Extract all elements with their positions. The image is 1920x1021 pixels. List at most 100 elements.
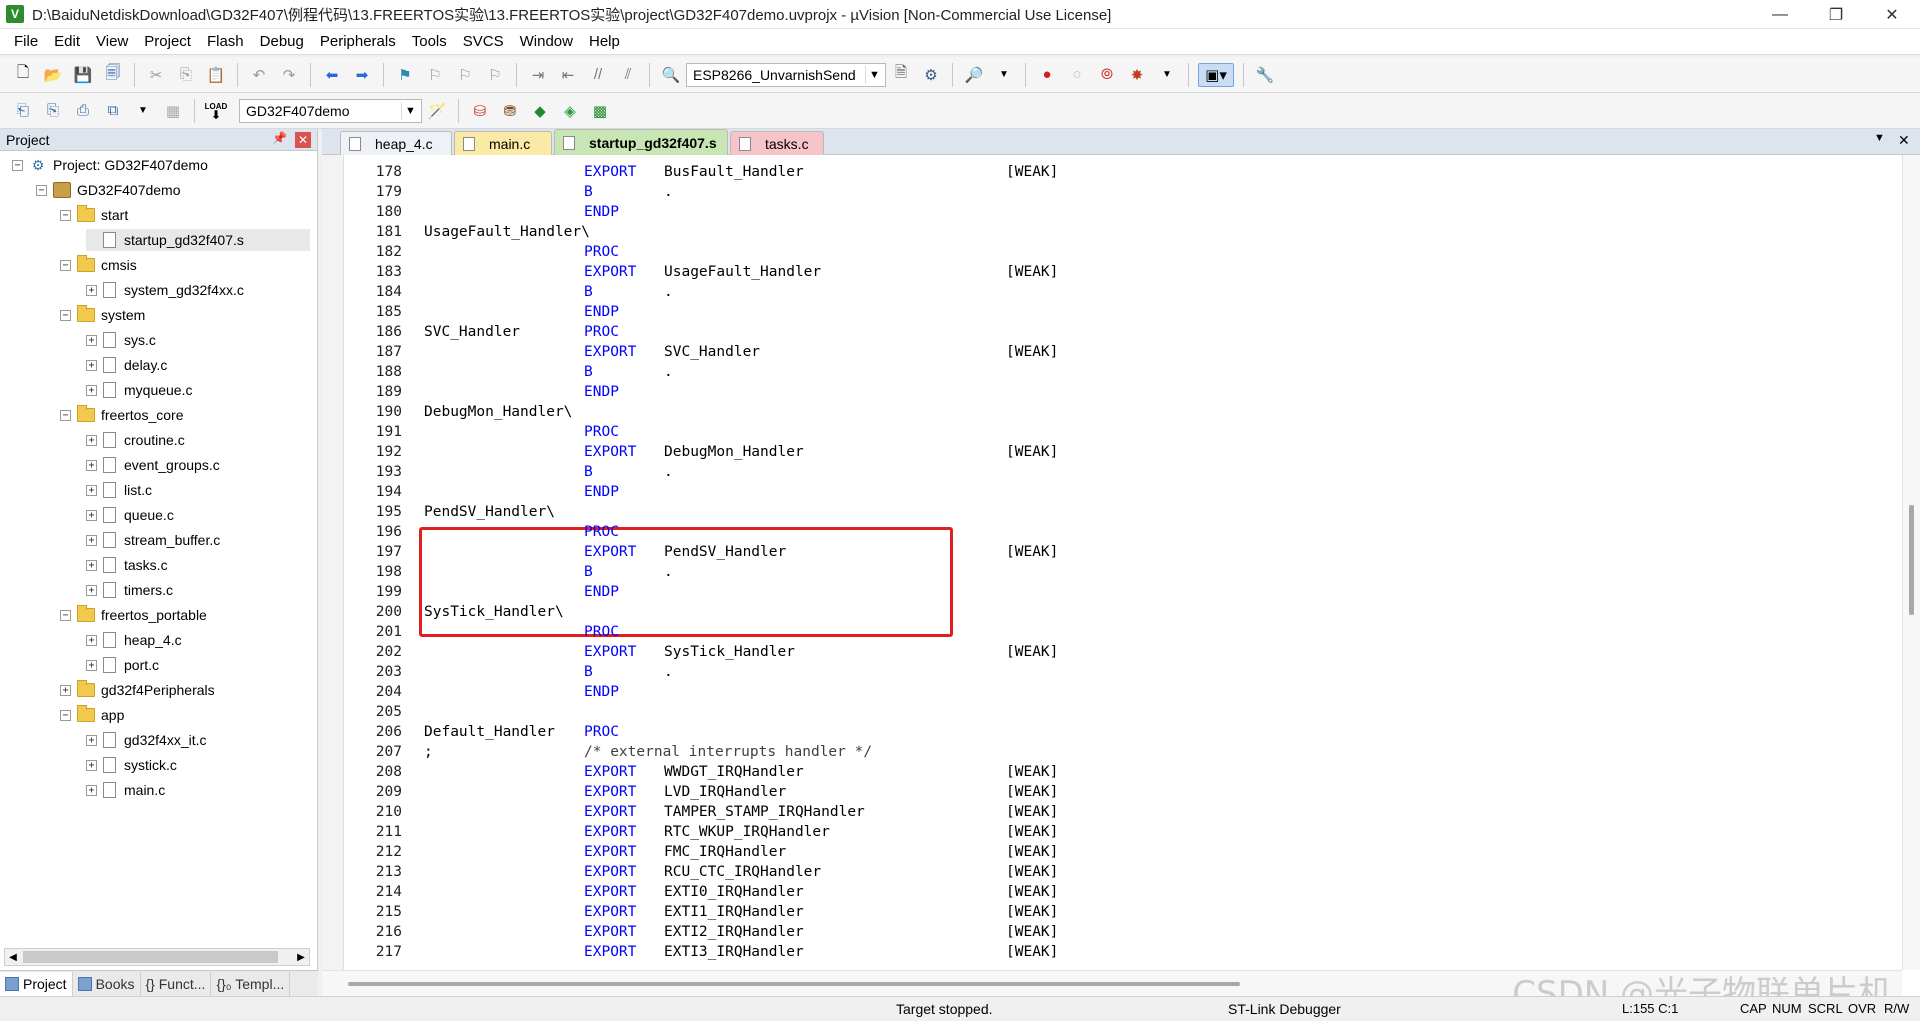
build-icon[interactable]: ⎘ [41, 99, 65, 123]
open-folder-icon[interactable]: 📂 [41, 63, 65, 87]
collapse-icon[interactable]: − [60, 409, 71, 421]
tree-file-item[interactable]: + delay.c [86, 354, 167, 376]
new-file-icon[interactable]: 🗋 [11, 63, 35, 87]
editor-vertical-scrollbar[interactable] [1902, 155, 1920, 970]
editor-tab-heap-4-c[interactable]: heap_4.c [340, 131, 452, 155]
tree-file-item[interactable]: + systick.c [86, 754, 177, 776]
project-items-icon[interactable]: ⛃ [498, 99, 522, 123]
menu-file[interactable]: File [6, 30, 46, 54]
chevron-down-icon[interactable]: ▼ [1155, 63, 1179, 87]
kill-breakpoints-icon[interactable]: ⦾ [1095, 63, 1119, 87]
tree-group-item[interactable]: − cmsis [60, 254, 137, 276]
scroll-thumb[interactable] [23, 951, 278, 963]
tree-group-item[interactable]: − app [60, 704, 124, 726]
collapse-icon[interactable]: − [36, 184, 47, 196]
menu-flash[interactable]: Flash [199, 30, 252, 54]
tree-file-item[interactable]: + tasks.c [86, 554, 168, 576]
tree-file-item[interactable]: + main.c [86, 779, 165, 801]
wrench-icon[interactable]: 🔧 [1253, 63, 1277, 87]
menu-project[interactable]: Project [136, 30, 199, 54]
scroll-right-icon[interactable]: ▶ [293, 949, 309, 965]
debug-session-icon[interactable]: 🔎 [962, 63, 986, 87]
expand-icon[interactable]: + [86, 484, 97, 496]
uncomment-icon[interactable]: ⫽ [616, 63, 640, 87]
expand-icon[interactable]: + [86, 359, 97, 371]
tree-group-item[interactable]: − GD32F407demo [36, 179, 181, 201]
tree-file-item[interactable]: startup_gd32f407.s [86, 229, 310, 251]
find-in-files-icon[interactable]: 🔍 [659, 63, 683, 87]
expand-icon[interactable]: + [86, 459, 97, 471]
chevron-down-icon[interactable]: ▼ [992, 63, 1016, 87]
tree-group-item[interactable]: − freertos_portable [60, 604, 207, 626]
menu-peripherals[interactable]: Peripherals [312, 30, 404, 54]
tree-group-item[interactable]: − freertos_core [60, 404, 183, 426]
manage-components-icon[interactable]: ⛁ [468, 99, 492, 123]
expand-icon[interactable]: + [86, 784, 97, 796]
cut-icon[interactable]: ✂ [144, 63, 168, 87]
load-download-icon[interactable]: LOAD ⬇ [204, 99, 228, 123]
collapse-icon[interactable]: − [12, 159, 23, 171]
tree-group-item[interactable]: − system [60, 304, 145, 326]
breakpoint-icon[interactable]: ● [1035, 63, 1059, 87]
expand-icon[interactable]: + [86, 509, 97, 521]
chevron-down-icon[interactable]: ▼ [401, 101, 419, 120]
nav-back-icon[interactable]: ⬅ [320, 63, 344, 87]
tree-file-item[interactable]: + event_groups.c [86, 454, 220, 476]
tab-books[interactable]: Books [73, 971, 141, 996]
expand-icon[interactable]: + [86, 334, 97, 346]
tree-file-item[interactable]: + sys.c [86, 329, 156, 351]
nav-forward-icon[interactable]: ➡ [350, 63, 374, 87]
collapse-icon[interactable]: − [60, 609, 71, 621]
collapse-icon[interactable]: − [60, 209, 71, 221]
editor-tab-main-c[interactable]: main.c [454, 131, 552, 155]
rebuild-icon[interactable]: ⎙ [71, 99, 95, 123]
menu-window[interactable]: Window [512, 30, 581, 54]
comment-icon[interactable]: // [586, 63, 610, 87]
bookmark-icon[interactable]: ⚑ [393, 63, 417, 87]
tab-templates[interactable]: {}₀ Templ... [211, 971, 291, 996]
scroll-thumb[interactable] [348, 982, 1240, 986]
chevron-down-icon[interactable]: ▼ [131, 99, 155, 123]
indent-icon[interactable]: ⇥ [526, 63, 550, 87]
expand-icon[interactable]: + [86, 559, 97, 571]
close-window-button[interactable]: ✕ [1864, 0, 1920, 29]
editor-tab-startup-gd32f407-s[interactable]: startup_gd32f407.s [554, 129, 728, 155]
collapse-icon[interactable]: − [60, 309, 71, 321]
select-packs-icon[interactable]: ◆ [528, 99, 552, 123]
tree-file-item[interactable]: + queue.c [86, 504, 174, 526]
minimize-button[interactable]: — [1752, 0, 1808, 29]
copy-icon[interactable]: ⎘ [174, 63, 198, 87]
menu-edit[interactable]: Edit [46, 30, 88, 54]
run-time-env-icon[interactable]: ◈ [558, 99, 582, 123]
menu-view[interactable]: View [88, 30, 136, 54]
undo-icon[interactable]: ↶ [247, 63, 271, 87]
maximize-button[interactable]: ❐ [1808, 0, 1864, 29]
tree-file-item[interactable]: + system_gd32f4xx.c [86, 279, 244, 301]
next-bookmark-icon[interactable]: ⚐ [453, 63, 477, 87]
menu-tools[interactable]: Tools [404, 30, 455, 54]
event-icon[interactable]: ✸ [1125, 63, 1149, 87]
incremental-find-icon[interactable]: 🗎 [889, 63, 913, 87]
tree-group-item[interactable]: + gd32f4Peripherals [60, 679, 215, 701]
translate-icon[interactable]: ⎗ [11, 99, 35, 123]
configure-icon[interactable]: ⚙ [919, 63, 943, 87]
expand-icon[interactable]: + [86, 534, 97, 546]
target-options-icon[interactable]: 🪄 [425, 99, 449, 123]
menu-help[interactable]: Help [581, 30, 628, 54]
batch-build-icon[interactable]: ⧉ [101, 99, 125, 123]
close-tab-icon[interactable]: ✕ [1898, 132, 1910, 149]
find-combo[interactable]: ESP8266_UnvarnishSend ▼ [686, 62, 886, 87]
expand-icon[interactable]: + [86, 659, 97, 671]
target-select[interactable]: GD32F407demo ▼ [239, 98, 422, 123]
collapse-icon[interactable]: − [60, 259, 71, 271]
tree-file-item[interactable]: + list.c [86, 479, 152, 501]
expand-icon[interactable]: + [86, 634, 97, 646]
expand-icon[interactable]: + [86, 584, 97, 596]
tree-file-item[interactable]: + croutine.c [86, 429, 185, 451]
stop-build-icon[interactable]: ▦ [161, 99, 185, 123]
save-all-icon[interactable]: 🗐 [101, 63, 125, 87]
redo-icon[interactable]: ↷ [277, 63, 301, 87]
code-area[interactable]: 178 EXPORT BusFault_Handler [WEAK] 179 B. 180 E… [322, 162, 1882, 962]
window-layout-icon[interactable]: ▣▾ [1198, 62, 1234, 87]
scroll-left-icon[interactable]: ◀ [5, 949, 21, 965]
